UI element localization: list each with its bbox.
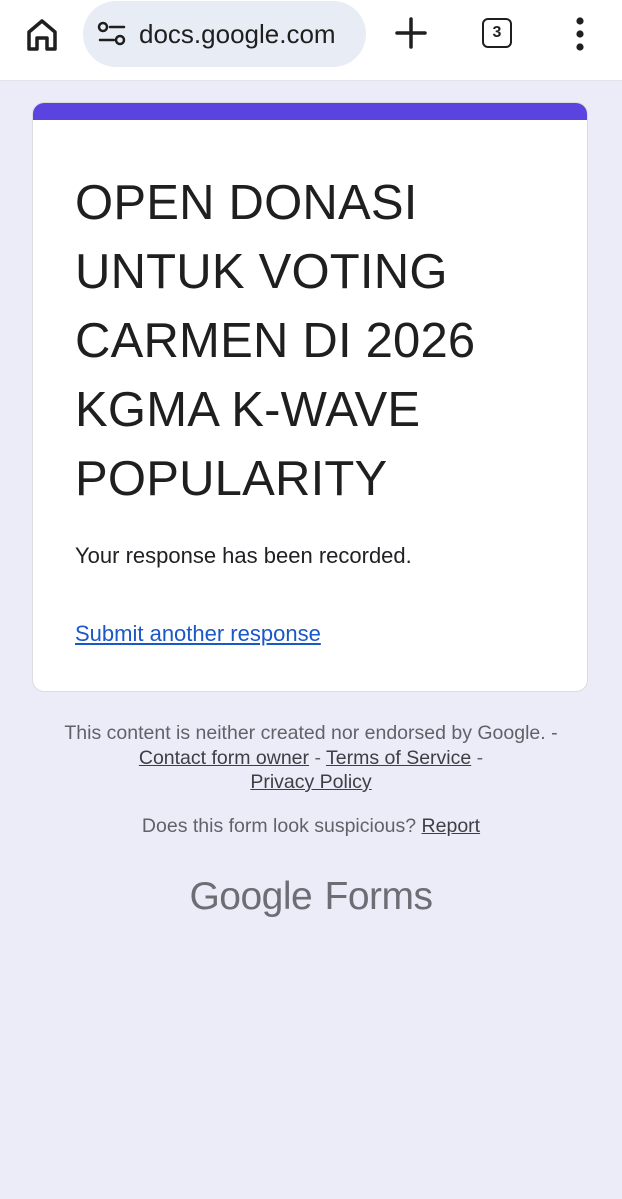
tune-icon[interactable]: [97, 21, 127, 47]
separator: -: [476, 746, 484, 769]
brand-google: Google: [189, 875, 313, 918]
home-icon[interactable]: [22, 15, 62, 55]
address-bar[interactable]: docs.google.com: [83, 1, 366, 67]
terms-link[interactable]: Terms of Service: [326, 747, 471, 769]
disclaimer-label: This content is neither created nor endo…: [64, 722, 558, 744]
privacy-link[interactable]: Privacy Policy: [250, 771, 371, 793]
brand-forms: Forms: [324, 875, 434, 918]
card-accent-bar: [33, 103, 587, 120]
report-link[interactable]: Report: [422, 815, 481, 837]
form-title: OPEN DONASI UNTUK VOTING CARMEN DI 2026 …: [75, 176, 476, 506]
tab-switcher-button[interactable]: 3: [482, 18, 512, 48]
tab-count: 3: [492, 24, 502, 41]
more-vert-icon[interactable]: [566, 14, 594, 54]
separator: -: [314, 746, 321, 769]
plus-icon[interactable]: [393, 15, 429, 51]
suspicious-text: Does this form look suspicious?: [141, 815, 417, 837]
disclaimer-text: This content is neither created nor endo…: [60, 721, 562, 795]
url-text[interactable]: docs.google.com: [139, 19, 336, 50]
submit-another-link[interactable]: Submit another response: [75, 621, 321, 647]
form-card: OPEN DONASI UNTUK VOTING CARMEN DI 2026 …: [32, 102, 588, 692]
suspicious-notice: Does this form look suspicious? Report: [60, 815, 562, 838]
contact-owner-link[interactable]: Contact form owner: [139, 747, 309, 769]
google-forms-logo[interactable]: Google Forms: [0, 875, 622, 919]
confirmation-message: Your response has been recorded.: [75, 543, 412, 568]
browser-toolbar: docs.google.com 3: [0, 0, 622, 81]
